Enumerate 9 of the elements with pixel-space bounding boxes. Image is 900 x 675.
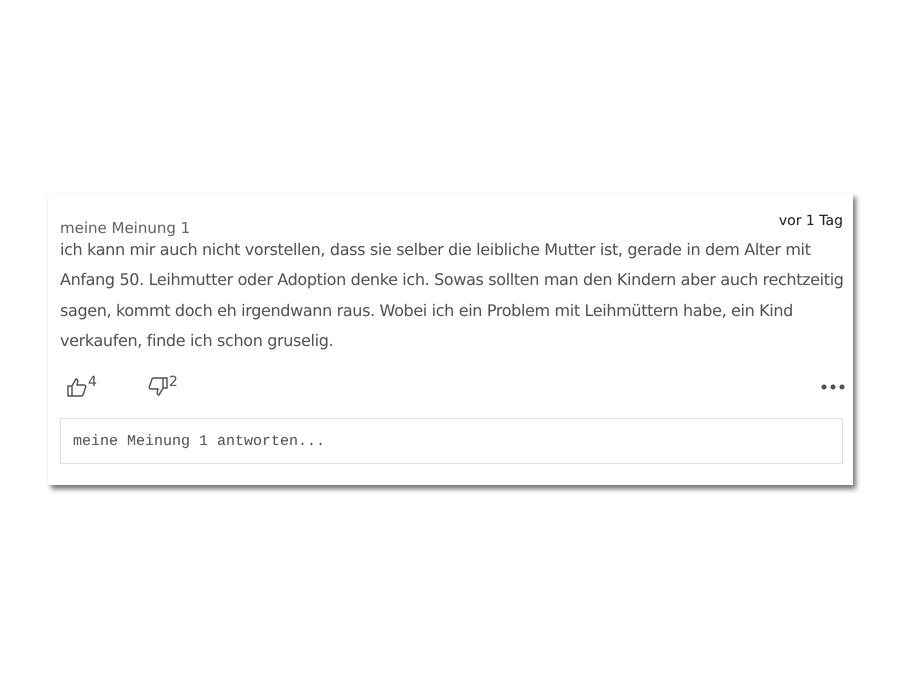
thumbs-up-icon — [66, 376, 88, 398]
dislike-button[interactable]: 2 — [140, 376, 178, 398]
like-button[interactable]: 4 — [60, 376, 97, 398]
thumbs-down-icon — [146, 376, 169, 398]
comment-author: meine Meinung 1 — [60, 219, 190, 237]
comment-text: ich kann mir auch nicht vorstellen, dass sie selber die leibliche Mutter ist, gerade in dem Alter mit Anfang 50. Leihmutter oder Adoption denke ich. Sowas sollten man den Kindern aber auch rechtzeitig sagen, kommt doch eh irgendwann raus. Wobei ich ein Problem mit Leihmüttern habe, ein Kind verkaufen, finde ich schon gruselig. — [60, 239, 845, 352]
comment-time: vor 1 Tag — [778, 213, 843, 229]
more-options-icon[interactable] — [821, 384, 845, 390]
reply-field[interactable]: meine Meinung 1 antworten... — [60, 418, 843, 464]
